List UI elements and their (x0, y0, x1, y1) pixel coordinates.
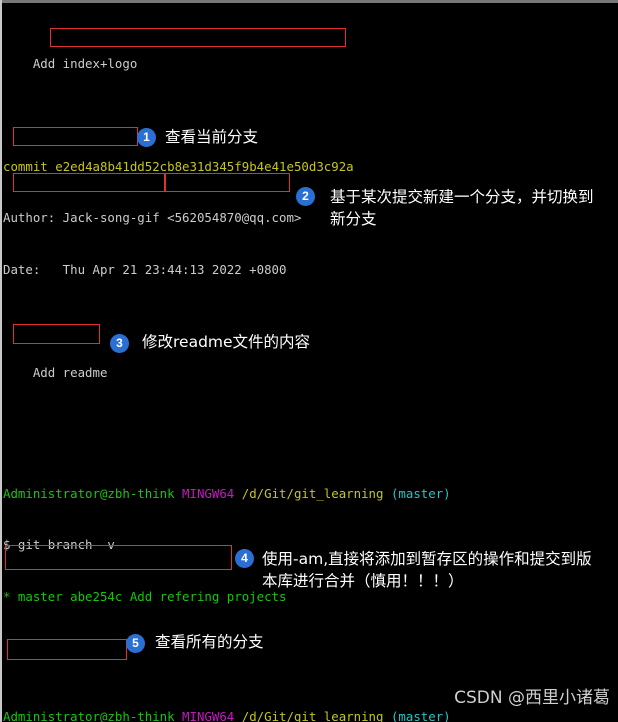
terminal-window: Add index+logo commit e2ed4a8b41dd52cb8e… (0, 0, 618, 722)
prompt-branch: (master) (390, 709, 451, 722)
annotation-text-4: 使用-am,直接将添加到暂存区的操作和提交到版 本库进行合并（慎用！！！） (262, 550, 592, 590)
window-left-border (0, 0, 2, 722)
annotation-badge-5: 5 (126, 634, 145, 653)
log-commit-label: commit (3, 158, 48, 174)
prompt-shell: MINGW64 (182, 709, 235, 722)
branch-master-row: * master abe254c Add refering projects (3, 588, 287, 604)
annotation-text-1: 查看当前分支 (165, 128, 259, 146)
prompt-line-1: Administrator@zbh-think MINGW64 /d/Git/g… (3, 485, 615, 502)
log-date: Date: Thu Apr 21 23:44:13 2022 +0800 (3, 261, 287, 277)
prompt-line-2: Administrator@zbh-think MINGW64 /d/Git/g… (3, 708, 615, 722)
prompt-path: /d/Git/git_learning (241, 709, 384, 722)
log-commit-hash: e2ed4a8b41dd52cb8e31d345f9b4e41e50d3c92a (55, 158, 354, 174)
terminal-line: Date: Thu Apr 21 23:44:13 2022 +0800 (3, 261, 615, 278)
prompt-shell: MINGW64 (182, 485, 235, 501)
command-text[interactable]: $ git branch -v (3, 537, 115, 552)
annotation-text-5: 查看所有的分支 (155, 633, 264, 651)
annotation-badge-4: 4 (235, 549, 254, 568)
csdn-watermark: CSDN @西里小诸葛 (454, 688, 610, 708)
prompt-user-host: Administrator@zbh-think (3, 709, 175, 722)
annotation-badge-1: 1 (137, 128, 156, 147)
log-message-index: Add index+logo (3, 55, 138, 71)
annotation-badge-3: 3 (110, 334, 129, 353)
terminal-line: Add readme (3, 364, 615, 381)
annotation-text-2: 基于某次提交新建一个分支，并切换到 新分支 (330, 188, 594, 228)
annotation-badge-2: 2 (296, 187, 315, 206)
terminal-output[interactable]: Add index+logo commit e2ed4a8b41dd52cb8e… (3, 3, 615, 722)
prompt-user-host: Administrator@zbh-think (3, 485, 175, 501)
terminal-line: Add index+logo (3, 55, 615, 72)
prompt-branch: (master) (390, 485, 451, 501)
log-message-readme: Add readme (3, 365, 108, 381)
prompt-path: /d/Git/git_learning (241, 485, 384, 501)
annotation-text-3: 修改readme文件的内容 (142, 333, 311, 351)
log-author: Author: Jack-song-gif <562054870@qq.com> (3, 210, 302, 226)
terminal-line: commit e2ed4a8b41dd52cb8e31d345f9b4e41e5… (3, 158, 615, 175)
